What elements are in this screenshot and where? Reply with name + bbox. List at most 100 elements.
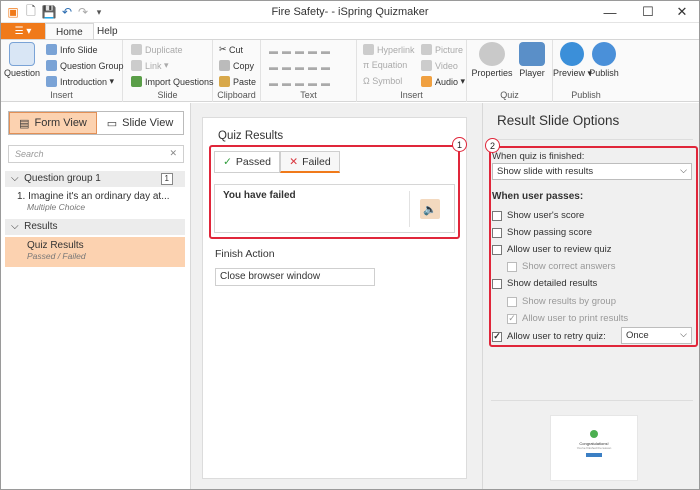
picture-icon xyxy=(421,44,432,55)
publish-button[interactable]: Publish xyxy=(585,42,623,78)
collapse-chevron-icon[interactable]: ⌵ xyxy=(11,173,24,184)
results-group-row[interactable]: ⌵ Results xyxy=(5,219,185,235)
info-slide-button[interactable]: Info Slide xyxy=(46,44,98,55)
duplicate-icon xyxy=(131,44,142,55)
question-count-badge: 1 xyxy=(160,173,173,185)
result-slide-options-panel: Result Slide Options When quiz is finish… xyxy=(482,103,699,489)
group-label-clipboard: Clipboard xyxy=(217,90,256,100)
text-format-row-2[interactable]: ▬▬▬▬▬ xyxy=(269,62,334,72)
scissors-icon: ✂ xyxy=(219,44,230,54)
question-group-button[interactable]: Question Group xyxy=(46,60,124,71)
quiz-results-title: Quiz Results xyxy=(27,240,84,251)
form-view-label: Form View xyxy=(34,117,87,129)
link-icon xyxy=(131,60,142,71)
paste-label: Paste xyxy=(233,76,257,87)
callout-box-1 xyxy=(209,145,460,239)
properties-label: Properties xyxy=(471,68,513,78)
import-questions-button[interactable]: Import Questions xyxy=(131,76,214,87)
search-input[interactable]: Search ✕ xyxy=(8,145,184,163)
list-item-question-1[interactable]: 1. Imagine it's an ordinary day at... Mu… xyxy=(5,191,185,215)
link-label: Link xyxy=(145,60,162,71)
paste-button[interactable]: Paste xyxy=(219,76,256,87)
paste-icon xyxy=(219,76,230,87)
slide-view-label: Slide View xyxy=(122,117,174,129)
maximize-button[interactable]: ☐ xyxy=(631,1,665,23)
app-window: ▣ 🗋 💾 ↶ ↷ ▾ Fire Safety- - iSpring Quizm… xyxy=(0,0,700,490)
ribbon-group-text: ▬▬▬▬▬ ▬▬▬▬▬ ▬▬▬▬▬ Text xyxy=(261,40,357,102)
ribbon-tabs: ☰ ▾ Home Help xyxy=(1,23,699,40)
speaker-icon xyxy=(421,76,432,87)
question-icon xyxy=(9,42,35,66)
group-label-slide: Slide xyxy=(157,90,178,100)
info-slide-icon xyxy=(46,44,57,55)
close-button[interactable]: ✕ xyxy=(665,1,699,23)
globe-icon xyxy=(592,42,616,66)
ribbon-group-slide: Duplicate Link ▾ Import Questions Slide xyxy=(123,40,214,102)
slide-view-button[interactable]: ▭ Slide View xyxy=(97,112,183,134)
question-button[interactable]: Question xyxy=(3,42,41,78)
question-type: Multiple Choice xyxy=(27,202,86,212)
picture-label: Picture xyxy=(435,44,464,55)
callout-box-2 xyxy=(489,146,698,347)
question-group-label: Question group 1 xyxy=(24,173,101,184)
equation-button[interactable]: π Equation xyxy=(363,60,407,70)
cut-button[interactable]: ✂ Cut xyxy=(219,44,243,55)
preview-line: You've finished the lesson xyxy=(576,446,612,450)
ribbon: Question Info Slide Question Group Intro… xyxy=(1,39,699,102)
tab-help[interactable]: Help xyxy=(87,23,128,40)
ribbon-group-insert-media: Hyperlink π Equation Ω Symbol Picture Vi… xyxy=(357,40,467,102)
view-toggle: ▤ Form View ▭ Slide View xyxy=(8,111,184,135)
introduction-label: Introduction xyxy=(60,76,108,87)
success-check-icon xyxy=(590,430,598,438)
minimize-button[interactable]: — xyxy=(593,1,627,23)
equation-label: Equation xyxy=(371,60,408,70)
player-icon xyxy=(519,42,545,66)
introduction-button[interactable]: Introduction ▾ xyxy=(46,76,114,87)
link-button[interactable]: Link ▾ xyxy=(131,60,169,71)
ribbon-group-publish: Preview ▾ Publish Publish xyxy=(553,40,619,102)
search-placeholder: Search xyxy=(15,149,44,159)
symbol-button[interactable]: Ω Symbol xyxy=(363,76,402,86)
play-icon xyxy=(560,42,584,66)
clear-search-icon[interactable]: ✕ xyxy=(169,148,177,159)
import-icon xyxy=(131,76,142,87)
finish-action-field[interactable]: Close browser window xyxy=(215,268,375,286)
group-label-quiz: Quiz xyxy=(500,90,519,100)
form-view-button[interactable]: ▤ Form View xyxy=(9,112,97,134)
divider xyxy=(491,400,693,401)
player-button[interactable]: Player xyxy=(513,42,551,78)
quiz-results-subtitle: Passed / Failed xyxy=(27,251,86,261)
slide-preview-thumbnail[interactable]: Congratulations! You've finished the les… xyxy=(550,415,638,481)
copy-button[interactable]: Copy xyxy=(219,60,254,71)
picture-button[interactable]: Picture xyxy=(421,44,463,55)
info-slide-label: Info Slide xyxy=(60,44,98,55)
question-group-icon xyxy=(46,60,57,71)
slide-view-icon: ▭ xyxy=(106,117,118,130)
form-view-icon: ▤ xyxy=(19,117,30,130)
publish-label: Publish xyxy=(589,68,619,78)
file-menu-button[interactable]: ☰ ▾ xyxy=(1,23,45,40)
collapse-chevron-icon[interactable]: ⌵ xyxy=(11,221,24,232)
title-bar: ▣ 🗋 💾 ↶ ↷ ▾ Fire Safety- - iSpring Quizm… xyxy=(1,1,699,23)
text-format-row-3[interactable]: ▬▬▬▬▬ xyxy=(269,78,334,88)
ribbon-group-quiz: Properties Player Quiz xyxy=(467,40,553,102)
import-questions-label: Import Questions xyxy=(145,76,214,87)
preview-button xyxy=(586,453,602,457)
video-button[interactable]: Video xyxy=(421,60,458,71)
gear-icon xyxy=(479,42,505,66)
video-icon xyxy=(421,60,432,71)
copy-icon xyxy=(219,60,230,71)
divider xyxy=(491,139,693,140)
hyperlink-button[interactable]: Hyperlink xyxy=(363,44,415,55)
properties-button[interactable]: Properties xyxy=(471,42,513,78)
hyperlink-icon xyxy=(363,44,374,55)
question-group-row[interactable]: ⌵ Question group 1 1 xyxy=(5,171,185,187)
results-label: Results xyxy=(24,221,58,232)
list-item-quiz-results[interactable]: Quiz Results Passed / Failed xyxy=(5,237,185,267)
group-label-text: Text xyxy=(300,90,317,100)
duplicate-button[interactable]: Duplicate xyxy=(131,44,183,55)
audio-button[interactable]: Audio ▾ xyxy=(421,76,465,87)
duplicate-label: Duplicate xyxy=(145,44,183,55)
text-format-row-1[interactable]: ▬▬▬▬▬ xyxy=(269,46,334,56)
introduction-icon xyxy=(46,76,57,87)
